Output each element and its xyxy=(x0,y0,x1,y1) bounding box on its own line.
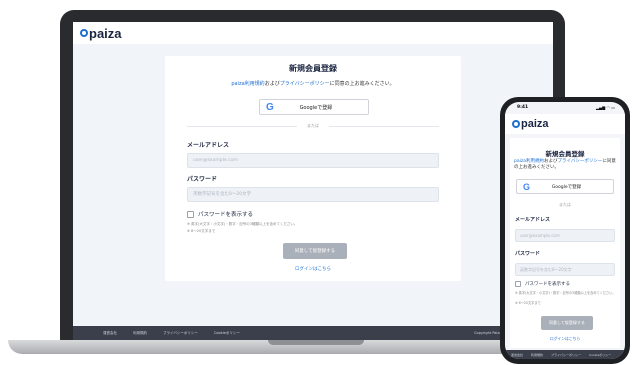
phone-screen: 9:41 ▂▄▆ ◠ ▭ paiza 新規会員登録 paiza利用規約およびプラ… xyxy=(505,102,625,359)
laptop-notch xyxy=(268,340,364,345)
show-password-row[interactable]: パスワードを表示する xyxy=(187,210,253,218)
login-link[interactable]: ログインはこちら xyxy=(165,266,461,272)
mobile-show-password-label[interactable]: パスワードを表示する xyxy=(525,281,570,287)
mobile-privacy-link[interactable]: プライバシーポリシー xyxy=(557,159,602,164)
status-time: 9:41 xyxy=(517,105,529,110)
show-password-checkbox[interactable] xyxy=(187,210,194,218)
mobile-paiza-logo[interactable]: paiza xyxy=(512,118,549,130)
google-signup-button[interactable]: G Googleで登録 xyxy=(259,99,369,115)
logo-text: paiza xyxy=(89,25,122,41)
consent-tail: に同意の上お進みください。 xyxy=(329,81,395,87)
site-header: paiza xyxy=(73,22,553,44)
mobile-password-note-1: ※ 英字(大文字・小文字)・数字・記号の3種類以上を含めてください。 xyxy=(515,291,616,295)
password-note-2: ※ 8〜20文字まで xyxy=(187,229,216,233)
password-field[interactable]: 英数字記号を含む8〜20文字 xyxy=(187,187,439,202)
footer-link-cookie[interactable]: Cookieポリシー xyxy=(214,331,240,336)
mobile-show-password-row[interactable]: パスワードを表示する xyxy=(515,281,570,287)
mobile-registration-card: 新規会員登録 paiza利用規約およびプライバシーポリシーに同意の上お進みくださ… xyxy=(510,138,620,348)
mobile-email-label: メールアドレス xyxy=(515,217,551,223)
mobile-footer-link-cookie[interactable]: Cookieポリシー xyxy=(589,353,611,357)
email-label: メールアドレス xyxy=(187,142,230,149)
mobile-show-password-checkbox[interactable] xyxy=(515,281,521,287)
status-icons: ▂▄▆ ◠ ▭ xyxy=(595,105,615,110)
google-icon: G xyxy=(266,101,274,113)
mobile-footer-link-terms[interactable]: 利用規約 xyxy=(531,353,543,357)
logo-text: paiza xyxy=(521,118,549,130)
footer-link-company[interactable]: 運営会社 xyxy=(103,331,117,336)
mobile-submit-button[interactable]: 同意して仮登録する xyxy=(541,316,593,330)
footer-link-privacy[interactable]: プライバシーポリシー xyxy=(163,331,198,336)
mobile-login-link[interactable]: ログインはこちら xyxy=(510,336,620,342)
paiza-logo-icon xyxy=(512,120,520,128)
password-note-1: ※ 英字(大文字・小文字)・数字・記号の3種類以上を含めてください。 xyxy=(187,222,298,226)
page-title: 新規会員登録 xyxy=(289,64,337,73)
mobile-or-text: または xyxy=(559,202,571,207)
mobile-consent-text: paiza利用規約およびプライバシーポリシーに同意の上お進みください。 xyxy=(514,159,616,171)
email-field[interactable]: user@example.com xyxy=(187,153,439,168)
mobile-google-signup-label: Googleで登録 xyxy=(551,184,582,190)
password-label: パスワード xyxy=(187,176,218,183)
mobile-page-title: 新規会員登録 xyxy=(545,150,585,158)
mobile-password-label: パスワード xyxy=(515,251,541,257)
terms-link[interactable]: paiza利用規約 xyxy=(231,81,264,87)
mobile-email-field[interactable]: user@example.com xyxy=(515,229,615,242)
mobile-footer-link-company[interactable]: 運営会社 xyxy=(511,353,523,357)
status-bar: 9:41 ▂▄▆ ◠ ▭ xyxy=(505,105,625,113)
laptop-screen: paiza 新規会員登録 paiza利用規約およびプライバシーポリシーに同意の上… xyxy=(73,22,553,340)
submit-button[interactable]: 同意して仮登録する xyxy=(283,243,347,259)
google-icon: G xyxy=(523,181,531,192)
mobile-password-field[interactable]: 英数字記号を含む8〜20文字 xyxy=(515,263,615,276)
consent-text: paiza利用規約およびプライバシーポリシーに同意の上お進みください。 xyxy=(165,80,461,87)
google-signup-label: Googleで登録 xyxy=(299,104,333,111)
footer-link-terms[interactable]: 利用規約 xyxy=(133,331,147,336)
mobile-terms-link[interactable]: paiza利用規約 xyxy=(514,159,544,164)
mobile-password-note-2: ※ 8〜20文字まで xyxy=(515,301,541,305)
privacy-link[interactable]: プライバシーポリシー xyxy=(280,81,330,87)
or-divider: または xyxy=(187,123,439,129)
divider-line-right xyxy=(329,126,439,127)
site-footer: 運営会社 利用規約 プライバシーポリシー Cookieポリシー Copyrigh… xyxy=(73,326,553,340)
consent-middle: および xyxy=(543,159,558,164)
paiza-logo-icon xyxy=(80,29,88,37)
consent-middle: および xyxy=(264,81,280,87)
mobile-google-signup-button[interactable]: G Googleで登録 xyxy=(516,179,614,194)
paiza-logo[interactable]: paiza xyxy=(80,26,122,41)
mobile-site-footer: 運営会社 利用規約 プライバシーポリシー Cookieポリシー xyxy=(505,350,625,359)
show-password-label[interactable]: パスワードを表示する xyxy=(198,210,253,218)
registration-card: 新規会員登録 paiza利用規約およびプライバシーポリシーに同意の上お進みくださ… xyxy=(165,56,461,281)
mobile-footer-link-privacy[interactable]: プライバシーポリシー xyxy=(551,353,581,357)
mobile-site-header: paiza xyxy=(505,114,625,134)
stage: paiza 新規会員登録 paiza利用規約およびプライバシーポリシーに同意の上… xyxy=(0,0,632,365)
